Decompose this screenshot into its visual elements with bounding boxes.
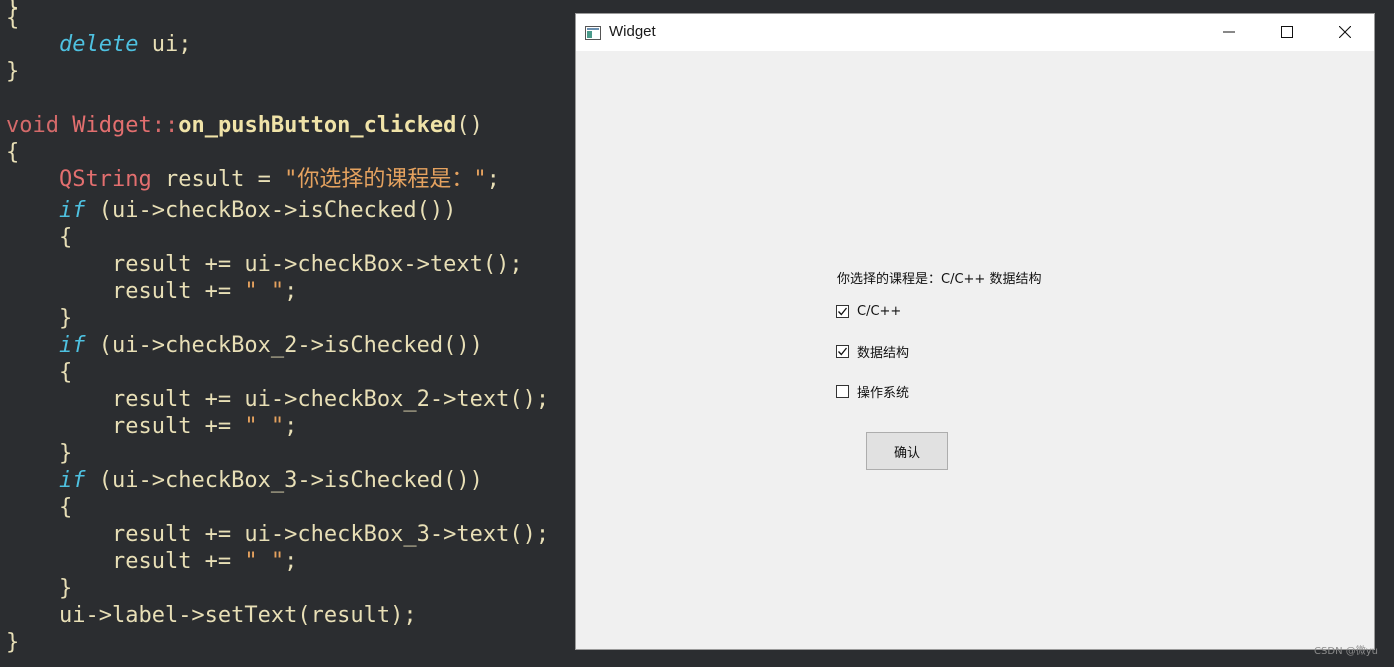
checkbox-box[interactable] bbox=[836, 304, 849, 318]
code-line: { bbox=[58, 495, 73, 520]
checkbox-label: 数据结构 bbox=[857, 345, 910, 361]
close-button[interactable] bbox=[1316, 14, 1374, 51]
code-line: } bbox=[58, 441, 73, 466]
checkbox-label: C/C++ bbox=[857, 303, 902, 319]
code-line: void Widget::on_pushButton_clicked() bbox=[6, 113, 483, 138]
code-line: { bbox=[6, 140, 20, 165]
checkmark-icon bbox=[838, 307, 848, 315]
code-editor[interactable]: { { delete ui; } void Widget::on_pushBut… bbox=[0, 0, 575, 667]
code-line: } bbox=[58, 576, 73, 601]
close-icon bbox=[1338, 23, 1352, 42]
title-bar[interactable]: Widget bbox=[576, 14, 1374, 51]
confirm-button[interactable]: 确认 bbox=[866, 432, 948, 470]
watermark: CSDN @微yu bbox=[1314, 646, 1378, 657]
code-line: } bbox=[6, 59, 20, 84]
code-line: } bbox=[58, 306, 73, 331]
code-line: { bbox=[58, 360, 73, 385]
code-line: result += ui->checkBox_2->text(); bbox=[111, 387, 550, 412]
code-line: delete ui; bbox=[58, 32, 192, 57]
checkbox-label: 操作系统 bbox=[857, 385, 910, 401]
code-line: { bbox=[58, 225, 73, 250]
window-title: Widget bbox=[609, 23, 656, 40]
minimize-icon bbox=[1223, 23, 1235, 42]
code-line: if (ui->checkBox_2->isChecked()) bbox=[58, 333, 483, 358]
code-line: result += ui->checkBox_3->text(); bbox=[111, 522, 550, 547]
checkbox-c-cpp[interactable]: C/C++ bbox=[836, 302, 901, 320]
checkmark-icon bbox=[838, 347, 848, 355]
minimize-button[interactable] bbox=[1200, 14, 1258, 51]
checkbox-box[interactable] bbox=[836, 384, 849, 398]
code-line: { bbox=[6, 6, 20, 31]
widget-window: Widget 你选择的课程是：C/C++ 数据结构 C/C++ 数据结构 操作系… bbox=[575, 13, 1375, 650]
checkbox-data-structures[interactable]: 数据结构 bbox=[836, 342, 910, 361]
result-label: 你选择的课程是：C/C++ 数据结构 bbox=[837, 272, 1042, 287]
code-line: ui->label->setText(result); bbox=[58, 603, 417, 628]
code-line: result += " "; bbox=[111, 549, 298, 574]
checkbox-operating-systems[interactable]: 操作系统 bbox=[836, 382, 910, 401]
code-line: if (ui->checkBox_3->isChecked()) bbox=[58, 468, 483, 493]
code-line: result += " "; bbox=[111, 279, 298, 304]
maximize-button[interactable] bbox=[1258, 14, 1316, 51]
app-window-icon bbox=[585, 25, 601, 40]
code-line: if (ui->checkBox->isChecked()) bbox=[58, 198, 457, 223]
code-line: } bbox=[6, 630, 20, 655]
code-line: result += ui->checkBox->text(); bbox=[111, 252, 523, 277]
checkbox-box[interactable] bbox=[836, 344, 849, 358]
code-line: QString result = "你选择的课程是："; bbox=[58, 167, 500, 192]
code-line: result += " "; bbox=[111, 414, 298, 439]
maximize-icon bbox=[1281, 23, 1293, 42]
